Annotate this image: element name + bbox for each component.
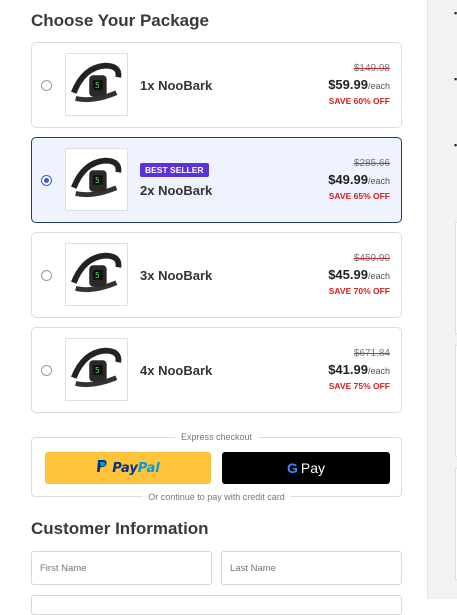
- package-option-3x[interactable]: 5 3x NooBark $459.90 $45.99/each SAVE 70…: [31, 232, 402, 318]
- original-price: $285.66: [353, 158, 390, 169]
- discount-label: SAVE 70% OFF: [328, 286, 390, 296]
- package-name: 4x NooBark: [140, 363, 213, 378]
- price-unit: /each: [367, 81, 390, 91]
- continue-with-card-label: Or continue to pay with credit card: [142, 492, 291, 502]
- unit-price: $59.99: [328, 77, 368, 92]
- price-unit: /each: [367, 271, 390, 281]
- first-name-field[interactable]: [31, 551, 212, 585]
- price-block: $149.98 $59.99/each SAVE 60% OFF: [328, 63, 390, 106]
- google-pay-label: Pay: [300, 460, 325, 476]
- product-thumbnail: 5: [65, 53, 128, 116]
- checkout-main: Choose Your Package 5 1x NooBark $149.98…: [0, 0, 420, 615]
- original-price: $459.90: [353, 253, 390, 264]
- package-name: 3x NooBark: [140, 268, 213, 283]
- paypal-wordmark-pay: Pay: [112, 460, 138, 476]
- paypal-logo-icon: [96, 459, 108, 477]
- dog-collar-image: 5: [71, 157, 122, 198]
- svg-text:5: 5: [95, 81, 100, 90]
- dog-collar-image: 5: [71, 252, 122, 293]
- dog-collar-image: 5: [71, 62, 122, 103]
- customer-section-title: Customer Information: [31, 519, 209, 538]
- unit-price: $49.99: [328, 172, 368, 187]
- original-price: $671.84: [353, 348, 390, 359]
- next-form-field[interactable]: [31, 595, 402, 615]
- price-unit: /each: [367, 366, 390, 376]
- package-section-title: Choose Your Package: [31, 11, 209, 30]
- google-pay-button[interactable]: G Pay: [222, 452, 390, 484]
- unit-price: $45.99: [328, 267, 368, 282]
- product-thumbnail: 5: [65, 148, 128, 211]
- order-summary-sidebar: ▪ ▪ •: [427, 0, 457, 599]
- svg-text:5: 5: [95, 271, 100, 280]
- product-thumbnail: 5: [65, 243, 128, 306]
- package-name: 1x NooBark: [140, 78, 213, 93]
- package-option-4x[interactable]: 5 4x NooBark $671.84 $41.99/each SAVE 75…: [31, 327, 402, 413]
- paypal-button[interactable]: PayPal: [45, 452, 211, 484]
- price-block: $285.66 $49.99/each SAVE 65% OFF: [328, 158, 390, 201]
- package-option-1x[interactable]: 5 1x NooBark $149.98 $59.99/each SAVE 60…: [31, 42, 402, 128]
- svg-text:5: 5: [95, 366, 100, 375]
- unit-price: $41.99: [328, 362, 368, 377]
- last-name-field[interactable]: [221, 551, 402, 585]
- svg-text:5: 5: [95, 176, 100, 185]
- google-g-icon: G: [286, 460, 298, 476]
- package-name: 2x NooBark: [140, 183, 213, 198]
- price-unit: /each: [367, 176, 390, 186]
- express-checkout-label: Express checkout: [174, 432, 259, 442]
- paypal-wordmark-pal: Pal: [137, 460, 160, 476]
- package-option-2x[interactable]: 5 BEST SELLER 2x NooBark $285.66 $49.99/…: [31, 137, 402, 223]
- discount-label: SAVE 60% OFF: [328, 96, 390, 106]
- best-seller-badge: BEST SELLER: [140, 163, 209, 177]
- package-radio[interactable]: [41, 80, 52, 91]
- express-checkout: Express checkout PayPal G Pay Or continu…: [31, 432, 402, 502]
- price-block: $671.84 $41.99/each SAVE 75% OFF: [328, 348, 390, 391]
- discount-label: SAVE 65% OFF: [328, 191, 390, 201]
- package-radio[interactable]: [41, 270, 52, 281]
- price-block: $459.90 $45.99/each SAVE 70% OFF: [328, 253, 390, 296]
- dog-collar-image: 5: [71, 347, 122, 388]
- product-thumbnail: 5: [65, 338, 128, 401]
- package-radio[interactable]: [41, 365, 52, 376]
- discount-label: SAVE 75% OFF: [328, 381, 390, 391]
- original-price: $149.98: [353, 63, 390, 74]
- package-radio-selected[interactable]: [41, 175, 52, 186]
